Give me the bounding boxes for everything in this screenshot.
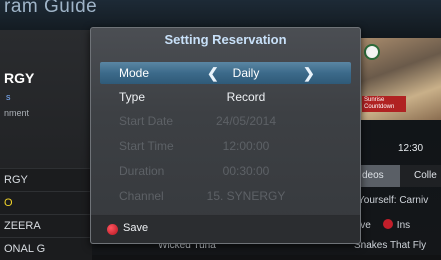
- channel-value: 15. SYNERGY: [206, 189, 286, 203]
- channel-row[interactable]: RGY: [0, 168, 92, 191]
- channel-info-sub: s: [6, 92, 11, 102]
- dialog-title: Setting Reservation: [164, 32, 287, 47]
- channel-field: Channel 15. SYNERGY: [100, 185, 351, 207]
- chevron-left-icon[interactable]: ❮: [207, 62, 219, 84]
- program-cell[interactable]: Yourself: Carniv: [358, 195, 428, 206]
- duration-value: 00:30:00: [222, 164, 270, 178]
- duration-label: Duration: [119, 164, 165, 178]
- program-cell-snakes[interactable]: Snakes That Fly: [354, 240, 426, 251]
- channel-row-selected[interactable]: O: [0, 191, 92, 214]
- channel-info-desc: nment: [4, 108, 30, 118]
- program-cell-info[interactable]: Ins: [397, 220, 410, 231]
- tab-videos[interactable]: deos: [358, 165, 400, 187]
- type-label: Type: [119, 90, 146, 104]
- channel-list: RGY O ZEERA ONAL G: [0, 168, 92, 260]
- guide-title: ram Guide: [4, 0, 98, 17]
- mode-value: Daily: [232, 66, 260, 80]
- type-field[interactable]: Type Record: [100, 86, 351, 108]
- channel-logo-icon: [364, 44, 380, 60]
- duration-field: Duration 00:30:00: [100, 160, 351, 182]
- video-caption: Sunrise Countdown: [362, 96, 406, 112]
- channel-label: Channel: [119, 189, 164, 203]
- dialog-footer: Save: [91, 215, 360, 243]
- save-button[interactable]: Save: [123, 222, 148, 234]
- setting-reservation-dialog: Setting Reservation Mode ❮ Daily ❯ Type …: [90, 27, 361, 244]
- channel-row[interactable]: ZEERA: [0, 214, 92, 237]
- guide-tabs: deos Colle: [358, 165, 441, 187]
- channel-info-name: RGY: [4, 70, 35, 86]
- start-date-field: Start Date 24/05/2014: [100, 110, 351, 132]
- timeline-clock: 12:30: [398, 143, 424, 154]
- start-date-label: Start Date: [119, 114, 174, 128]
- chevron-right-icon[interactable]: ❯: [303, 62, 315, 84]
- start-date-value: 24/05/2014: [215, 114, 277, 128]
- red-button-icon: [107, 224, 118, 235]
- tab-collections[interactable]: Colle: [414, 170, 437, 181]
- record-icon: [382, 219, 393, 229]
- start-time-value: 12:00:00: [222, 139, 270, 153]
- mode-selector[interactable]: Mode ❮ Daily ❯: [100, 62, 351, 84]
- live-video-preview: Sunrise Countdown: [358, 38, 441, 120]
- program-row: ive Ins: [358, 219, 410, 231]
- mode-label: Mode: [119, 66, 150, 80]
- start-time-label: Start Time: [119, 139, 174, 153]
- channel-row[interactable]: ONAL G: [0, 237, 92, 260]
- start-time-field: Start Time 12:00:00: [100, 135, 351, 157]
- type-value: Record: [226, 90, 266, 104]
